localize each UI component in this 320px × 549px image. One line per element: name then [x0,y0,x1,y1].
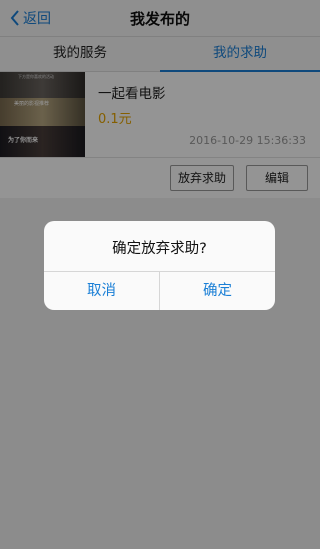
dialog-message: 确定放弃求助? [112,241,207,257]
confirm-button[interactable]: 确定 [160,272,275,310]
cancel-button[interactable]: 取消 [44,272,159,310]
confirm-dialog: 确定放弃求助? 取消 确定 [44,221,275,310]
